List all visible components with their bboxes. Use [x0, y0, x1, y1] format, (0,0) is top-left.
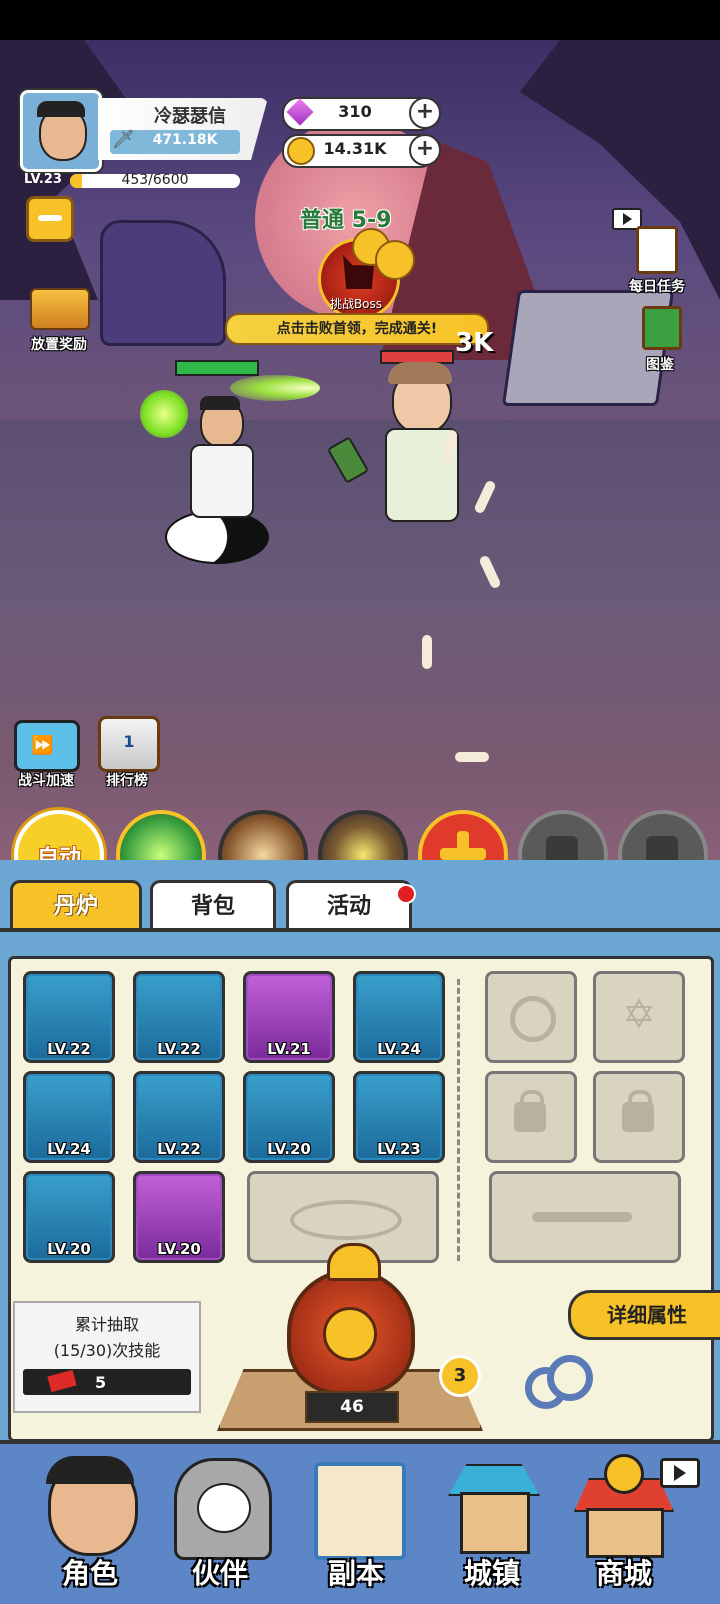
exp-text: 453/6600	[121, 172, 189, 188]
yin-yang-emblem-icon	[323, 1307, 377, 1361]
minus-icon	[38, 215, 62, 221]
nav-dungeon-label: 副本	[327, 1557, 384, 1590]
codex-book-icon[interactable]	[642, 306, 682, 350]
ticket-count: 5	[95, 1373, 107, 1392]
equipment-slot[interactable]: LV.20	[23, 1171, 115, 1263]
nav-dungeon[interactable]: 副本	[296, 1448, 416, 1598]
locked-slot[interactable]	[593, 1071, 685, 1163]
fast-forward-icon: ⏩	[31, 735, 54, 756]
purple-rock	[100, 220, 226, 346]
equipment-panel: 丹炉 背包 活动 LV.22 LV.22 LV.21 LV.24 LV.24 L…	[0, 860, 720, 1442]
codex-label: 图鉴	[646, 357, 674, 373]
player-avatar[interactable]	[20, 90, 102, 172]
equipment-slot[interactable]: LV.23	[353, 1071, 445, 1163]
boss-label: 挑战Boss	[329, 297, 383, 311]
detail-attributes-button[interactable]: 详细属性	[568, 1290, 720, 1340]
sword-icon: 🗡	[112, 129, 135, 150]
ground	[0, 420, 720, 860]
nav-town[interactable]: 城镇	[432, 1448, 552, 1598]
equipment-slot[interactable]: LV.20	[243, 1071, 335, 1163]
equipment-slot[interactable]: LV.20	[133, 1171, 225, 1263]
player-hp-bar	[175, 360, 259, 376]
draw-line1: 累计抽取	[74, 1315, 139, 1334]
equipment-slot[interactable]: LV.22	[23, 971, 115, 1063]
empty-weapon-slot[interactable]	[489, 1171, 681, 1263]
boss-hint-text: 点击击败首领，完成通关!	[276, 321, 438, 337]
boss-hint-banner[interactable]: 点击击败首领，完成通关!	[225, 313, 489, 345]
seal-icon	[290, 1200, 402, 1240]
settings-gear-icon[interactable]	[521, 1355, 593, 1409]
equipment-slot[interactable]: LV.24	[353, 971, 445, 1063]
nav-partner-label: 伙伴	[191, 1557, 248, 1590]
coin-value: 14.31K	[323, 139, 387, 158]
enemy-character[interactable]	[370, 362, 470, 530]
green-energy-orb	[140, 390, 188, 438]
furnace-level-badge: 3	[431, 1355, 487, 1397]
nav-character[interactable]: 角色	[30, 1448, 150, 1598]
battle-speed-label: 战斗加速	[18, 773, 74, 789]
player-character	[185, 396, 255, 520]
task-list-icon[interactable]	[636, 226, 678, 274]
add-gems-button[interactable]: +	[409, 97, 441, 129]
empty-ring-slot[interactable]	[485, 971, 577, 1063]
hexagram-icon: ✡	[622, 992, 656, 1038]
bottom-nav: 角色 伙伴 副本 城镇 商城	[0, 1440, 720, 1604]
nav-partner[interactable]: 伙伴	[160, 1448, 280, 1598]
equipment-slot[interactable]: LV.24	[23, 1071, 115, 1163]
nav-character-label: 角色	[61, 1557, 118, 1590]
nav-town-label: 城镇	[463, 1557, 520, 1590]
tab-divider	[0, 928, 720, 932]
ranking-podium-icon[interactable]: 1	[98, 716, 160, 772]
equipment-grid: LV.22 LV.22 LV.21 LV.24 LV.24 LV.22 LV.2…	[8, 956, 714, 1442]
equipment-slot[interactable]: LV.22	[133, 1071, 225, 1163]
nav-shop-label: 商城	[595, 1557, 652, 1590]
bone-4	[455, 752, 489, 762]
equipment-slot[interactable]: LV.21	[243, 971, 335, 1063]
ring-icon	[510, 996, 556, 1042]
damage-number: 3K	[455, 328, 494, 358]
furnace-lid	[327, 1243, 381, 1281]
collapse-menu-button[interactable]	[26, 196, 74, 242]
panda-shield-icon	[174, 1458, 272, 1560]
battle-speed-button[interactable]: ⏩	[14, 720, 80, 772]
equipment-slot[interactable]: LV.22	[133, 971, 225, 1063]
ranking-label: 排行榜	[106, 773, 148, 789]
furnace-count: 46	[305, 1391, 399, 1423]
notification-badge	[396, 884, 416, 904]
gem-value: 310	[338, 102, 372, 121]
idle-reward-label: 放置奖励	[31, 337, 87, 353]
draw-line2: (15/30)次技能	[53, 1341, 161, 1360]
coin-icon	[375, 240, 415, 280]
scroll-map-icon	[314, 1462, 406, 1560]
add-coins-button[interactable]: +	[409, 134, 441, 166]
empty-star-slot[interactable]: ✡	[593, 971, 685, 1063]
tree-right	[520, 40, 720, 300]
tab-furnace[interactable]: 丹炉	[10, 880, 142, 931]
tab-activity[interactable]: 活动	[286, 880, 412, 931]
video-ad-icon	[660, 1458, 700, 1488]
player-level: LV.23	[24, 172, 62, 187]
power-value: 471.18K	[152, 132, 218, 148]
tab-bag[interactable]: 背包	[150, 880, 276, 931]
locked-slot[interactable]	[485, 1071, 577, 1163]
daily-tasks-label: 每日任务	[629, 279, 685, 295]
draw-counter-card: 累计抽取 (15/30)次技能 5	[13, 1301, 201, 1413]
player-name: 冷瑟瑟信	[154, 106, 226, 127]
green-projectile	[230, 375, 320, 401]
grid-divider	[457, 979, 460, 1261]
alchemy-furnace[interactable]	[287, 1269, 415, 1395]
treasure-chest-icon[interactable]	[30, 288, 90, 330]
bone-3	[422, 635, 432, 669]
trident-icon	[532, 1212, 632, 1222]
